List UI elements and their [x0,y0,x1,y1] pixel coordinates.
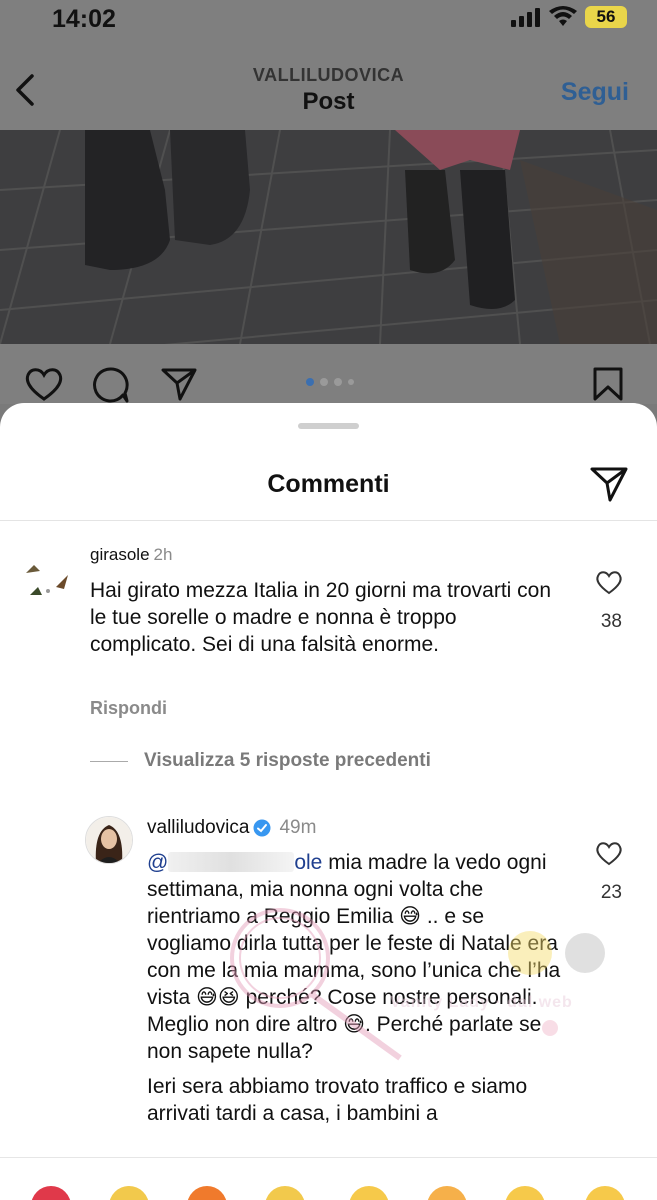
verified-badge-icon [253,819,271,837]
comment-icon[interactable] [92,366,130,404]
carousel-dot [334,378,342,386]
sheet-title: Commenti [267,470,390,498]
like-count: 23 [600,882,622,903]
comment-username-row: girasole 2h [90,545,172,565]
avatar[interactable] [85,816,133,864]
emoji-laughing-icon[interactable] [585,1186,625,1200]
like-count: 38 [600,611,622,632]
comment-paragraph: @ ole mia madre la vedo ogni settimana, m… [147,851,561,1063]
carousel-dot [320,378,328,386]
comments-sheet: Commenti girasole 2h Hai girato mezza Ita… [0,403,657,1200]
post-author-username: VALLILUDOVICA [252,65,405,85]
status-bar: 14:02 56 [0,0,657,44]
wifi-icon [549,6,577,26]
follow-button[interactable]: Segui [561,78,629,107]
emoji-heart-eyes-icon[interactable] [427,1186,467,1200]
avatar-image [86,817,132,863]
like-icon[interactable] [595,569,623,595]
mention-link[interactable]: @ ole [147,851,322,874]
signal-icon [511,8,540,27]
status-time: 14:02 [52,5,116,33]
replies-line [90,760,128,762]
share-icon[interactable] [160,366,198,402]
comment-text: @ ole mia madre la vedo ogni settimana, m… [147,849,567,1127]
view-replies-link[interactable]: Visualizza 5 risposte precedenti [90,750,431,772]
comment-username[interactable]: girasole [90,545,150,564]
status-icons: 56 [511,6,627,28]
avatar[interactable] [18,551,74,607]
emoji-clap-icon[interactable] [265,1186,305,1200]
heart-icon[interactable] [24,366,64,402]
emoji-heart-icon[interactable] [31,1186,71,1200]
page-title: Post [302,88,355,115]
carousel-dot [348,379,354,385]
divider [0,520,657,521]
post-image-content [0,130,657,344]
reply-button[interactable]: Rispondi [90,698,167,719]
blurred-mention [168,852,295,872]
comment-paragraph: Ieri sera abbiamo trovato traffico e sia… [147,1075,528,1125]
emoji-surprised-icon[interactable] [505,1186,545,1200]
comment-time: 2h [153,545,173,564]
comment-username[interactable]: valliludovica [147,817,249,839]
carousel-indicator [306,378,354,386]
emoji-raised-hands-icon[interactable] [109,1186,149,1200]
like-icon[interactable] [595,840,623,866]
emoji-fire-icon[interactable] [187,1186,227,1200]
battery-level: 56 [596,7,616,26]
top-navigation: VALLILUDOVICA Post Segui [0,44,657,130]
comment-time: 49m [279,817,317,838]
emoji-sad-icon[interactable] [349,1186,389,1200]
emoji-quick-bar [0,1157,657,1200]
battery-indicator: 56 [585,6,627,28]
comment-username-row: valliludovica 49m [147,817,316,839]
view-replies-label: Visualizza 5 risposte precedenti [144,750,431,771]
sheet-drag-handle[interactable] [298,423,359,429]
carousel-dot [306,378,314,386]
post-actions [0,344,657,404]
comment-text: Hai girato mezza Italia in 20 giorni ma … [90,579,552,656]
bookmark-icon[interactable] [592,366,624,402]
post-image[interactable] [0,130,657,344]
share-icon[interactable] [589,465,629,503]
